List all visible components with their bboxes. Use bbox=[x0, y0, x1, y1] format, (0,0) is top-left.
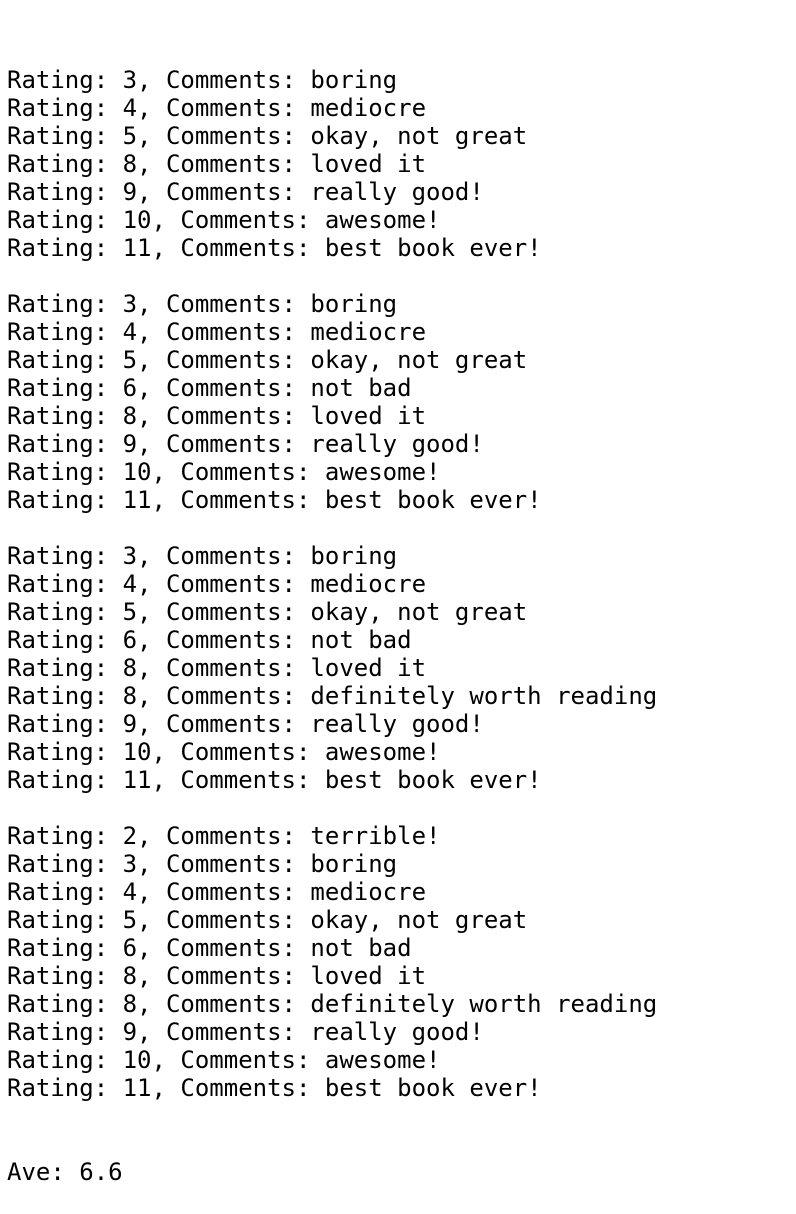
output-line: Rating: 9, Comments: really good! bbox=[7, 1018, 484, 1046]
terminal-output: Rating: 3, Comments: boring Rating: 4, Co… bbox=[7, 10, 792, 1214]
output-line: Rating: 8, Comments: definitely worth re… bbox=[7, 990, 658, 1018]
output-line: Rating: 4, Comments: mediocre bbox=[7, 94, 427, 122]
output-line: Rating: 10, Comments: awesome! bbox=[7, 458, 441, 486]
output-block: Rating: 3, Comments: boring Rating: 4, Co… bbox=[7, 542, 792, 794]
output-line: Rating: 8, Comments: loved it bbox=[7, 402, 427, 430]
output-line: Rating: 4, Comments: mediocre bbox=[7, 570, 427, 598]
output-line: Rating: 11, Comments: best book ever! bbox=[7, 766, 542, 794]
average-line: Ave: 6.6 bbox=[7, 1158, 123, 1186]
output-line: Rating: 4, Comments: mediocre bbox=[7, 318, 427, 346]
output-block: Rating: 2, Comments: terrible! Rating: 3,… bbox=[7, 822, 792, 1102]
output-line: Rating: 11, Comments: best book ever! bbox=[7, 486, 542, 514]
output-line: Rating: 2, Comments: terrible! bbox=[7, 822, 441, 850]
output-line: Rating: 3, Comments: boring bbox=[7, 850, 398, 878]
output-line: Rating: 5, Comments: okay, not great bbox=[7, 346, 528, 374]
output-line: Rating: 6, Comments: not bad bbox=[7, 626, 412, 654]
output-line: Rating: 10, Comments: awesome! bbox=[7, 206, 441, 234]
output-line: Rating: 4, Comments: mediocre bbox=[7, 878, 427, 906]
output-line: Rating: 9, Comments: really good! bbox=[7, 430, 484, 458]
output-line: Rating: 8, Comments: definitely worth re… bbox=[7, 682, 658, 710]
output-line: Rating: 3, Comments: boring bbox=[7, 542, 398, 570]
output-line: Rating: 3, Comments: boring bbox=[7, 66, 398, 94]
output-line: Rating: 8, Comments: loved it bbox=[7, 962, 427, 990]
output-line: Rating: 11, Comments: best book ever! bbox=[7, 234, 542, 262]
output-blocks: Rating: 3, Comments: boring Rating: 4, Co… bbox=[7, 66, 792, 1102]
output-block: Rating: 3, Comments: boring Rating: 4, Co… bbox=[7, 66, 792, 262]
output-line: Rating: 10, Comments: awesome! bbox=[7, 1046, 441, 1074]
output-line: Rating: 5, Comments: okay, not great bbox=[7, 906, 528, 934]
output-line: Rating: 8, Comments: loved it bbox=[7, 654, 427, 682]
output-line: Rating: 6, Comments: not bad bbox=[7, 374, 412, 402]
output-line: Rating: 6, Comments: not bad bbox=[7, 934, 412, 962]
output-line: Rating: 5, Comments: okay, not great bbox=[7, 598, 528, 626]
output-block: Rating: 3, Comments: boring Rating: 4, Co… bbox=[7, 290, 792, 514]
output-line: Rating: 5, Comments: okay, not great bbox=[7, 122, 528, 150]
output-line: Rating: 8, Comments: loved it bbox=[7, 150, 427, 178]
output-line: Rating: 9, Comments: really good! bbox=[7, 178, 484, 206]
output-line: Rating: 9, Comments: really good! bbox=[7, 710, 484, 738]
output-line: Rating: 11, Comments: best book ever! bbox=[7, 1074, 542, 1102]
output-line: Rating: 3, Comments: boring bbox=[7, 290, 398, 318]
output-line: Rating: 10, Comments: awesome! bbox=[7, 738, 441, 766]
